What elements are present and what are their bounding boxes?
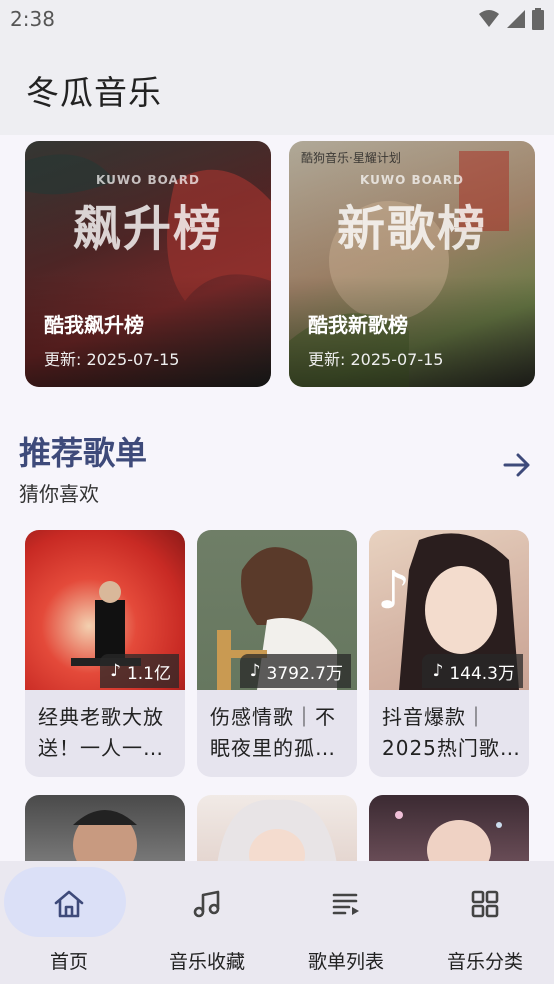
nav-item-home[interactable]: 首页 [0, 861, 138, 984]
status-time: 2:38 [10, 7, 55, 31]
nav-item-playlists[interactable]: 歌单列表 [277, 861, 415, 984]
play-count: ♪ 144.3万 [422, 654, 523, 688]
playlist-title: 经典老歌大放送！一人一… [38, 705, 164, 760]
board-tag: 酷狗音乐·星耀计划 [301, 151, 401, 165]
nav-label: 歌单列表 [307, 951, 384, 973]
section-title: 推荐歌单 [19, 434, 148, 472]
playlist-card-partial[interactable] [369, 795, 529, 865]
playlist-icon [332, 893, 359, 915]
playlist-card-partial[interactable] [25, 795, 185, 865]
svg-text:♪: ♪ [377, 561, 410, 621]
board-update: 更新: 2025-07-15 [308, 350, 444, 369]
board-card-new[interactable]: 酷狗音乐·星耀计划 KUWO BOARD 新歌榜 酷我新歌榜 更新: 2025-… [289, 141, 535, 387]
signal-icon [507, 10, 525, 28]
playlist-card[interactable]: ♪ 1.1亿 经典老歌大放送！一人一… [25, 530, 185, 777]
playlist-card[interactable]: ♪ 3792.7万 伤感情歌｜不眠夜里的孤… [197, 530, 357, 777]
status-icons [478, 8, 544, 30]
wifi-icon [479, 10, 499, 27]
playlist-title: 伤感情歌｜不眠夜里的孤… [210, 705, 336, 760]
play-count: ♪ 1.1亿 [100, 654, 179, 688]
board-brand: KUWO BOARD [360, 173, 464, 187]
app-title: 冬瓜音乐 [26, 73, 162, 112]
board-name: 酷我新歌榜 [308, 313, 408, 337]
board-card-rising[interactable]: KUWO BOARD 飙升榜 酷我飙升榜 更新: 2025-07-15 [25, 141, 271, 387]
battery-icon [532, 8, 544, 30]
grid-icon [471, 890, 499, 918]
playlist-card[interactable]: ♪ ♪ 144.3万 抖音爆款｜2025热门歌… [369, 530, 529, 777]
music-note-icon [193, 890, 220, 918]
play-count-value: 3792.7万 [266, 663, 343, 684]
playlist-card-partial[interactable] [197, 795, 357, 865]
nav-label: 首页 [49, 951, 88, 973]
cover-art [73, 810, 137, 865]
nav-label: 音乐收藏 [168, 951, 245, 973]
playlist-title: 抖音爆款｜2025热门歌… [382, 705, 521, 760]
music-note-icon: ♪ [432, 661, 444, 681]
music-note-icon: ♪ [249, 661, 261, 681]
home-icon [54, 890, 84, 918]
nav-item-categories[interactable]: 音乐分类 [416, 861, 554, 984]
section-subtitle: 猜你喜欢 [19, 482, 99, 506]
cover-art [395, 811, 502, 865]
board-big-title: 飙升榜 [72, 201, 223, 257]
play-count-value: 1.1亿 [126, 663, 171, 684]
nav-item-favorites[interactable]: 音乐收藏 [138, 861, 276, 984]
arrow-right-icon[interactable] [502, 450, 532, 480]
status-bar: 2:38 [0, 0, 554, 40]
board-big-title: 新歌榜 [336, 201, 487, 257]
bottom-navigation: 首页 音乐收藏 歌单列表 音乐分类 [0, 861, 554, 984]
music-note-icon: ♪ [110, 661, 121, 681]
app-bar: 冬瓜音乐 [0, 40, 554, 135]
board-brand: KUWO BOARD [96, 173, 200, 187]
play-count: ♪ 3792.7万 [239, 654, 351, 688]
board-update: 更新: 2025-07-15 [44, 350, 180, 369]
cover-art [217, 799, 337, 865]
play-count-value: 144.3万 [449, 663, 515, 684]
nav-label: 音乐分类 [446, 951, 523, 973]
board-name: 酷我飙升榜 [44, 313, 144, 337]
